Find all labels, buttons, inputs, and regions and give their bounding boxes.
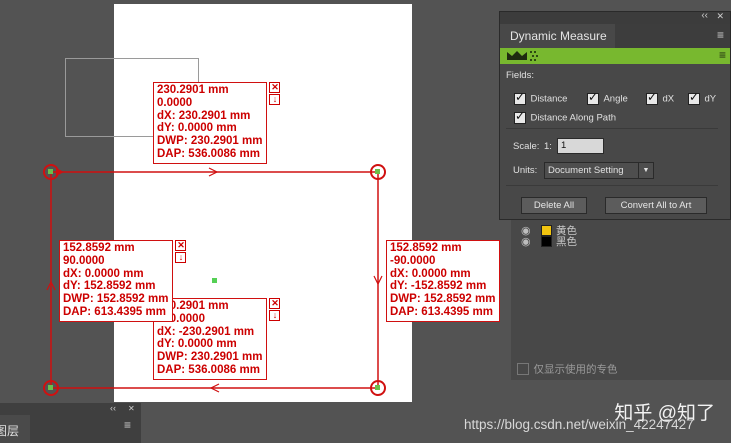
fields-label: Fields: — [506, 70, 534, 81]
collapse-icon[interactable]: ‹‹ — [701, 10, 708, 21]
angle-line: -90.0000 — [390, 254, 436, 267]
delete-all-button[interactable]: Delete All — [521, 197, 587, 214]
dock-arrow-icon[interactable]: ↓ — [175, 252, 187, 263]
checkbox-box[interactable] — [688, 90, 700, 105]
close-icon[interactable]: ✕ — [716, 11, 724, 22]
anchor-point — [375, 385, 380, 390]
dwp-line: DWP: 152.8592 mm — [63, 293, 169, 306]
dap-line: DAP: 613.4395 mm — [63, 305, 166, 318]
measure-box-top: 230.2901 mm 0.0000 dX: 230.2901 mm dY: 0… — [153, 82, 281, 164]
checkbox-label: Angle — [603, 93, 628, 105]
dy-line: dY: 152.8592 mm — [63, 280, 156, 293]
dx-line: dX: 0.0000 mm — [390, 267, 471, 280]
eye-icon[interactable]: ◉ — [521, 235, 531, 248]
dwp-line: DWP: 230.2901 mm — [157, 351, 263, 364]
dap-line: DAP: 613.4395 mm — [390, 305, 493, 318]
dock-arrow-icon[interactable]: ↓ — [269, 94, 281, 105]
bottom-dock: ‹‹ ✕ 图层 ≡ — [0, 403, 141, 443]
checkbox-distance[interactable]: Distance — [514, 90, 567, 108]
dynamic-measure-panel: ‹‹ ✕ Dynamic Measure ≡ ≡ Fields: Distanc… — [499, 10, 731, 220]
panel-toolbar: ≡ — [500, 48, 730, 64]
panel-tab-bar: Dynamic Measure ≡ — [500, 24, 730, 48]
scale-prefix: 1: — [544, 141, 552, 152]
checkbox-box[interactable] — [587, 90, 599, 105]
checkbox-box[interactable] — [514, 109, 526, 124]
tab-dynamic-measure[interactable]: Dynamic Measure — [500, 24, 615, 48]
dwp-line: DWP: 230.2901 mm — [157, 135, 263, 148]
measure-box-left: 152.8592 mm 90.0000 dX: 0.0000 mm dY: 15… — [59, 240, 187, 322]
layer-name: 黑色 — [556, 236, 577, 248]
only-used-colors-checkbox[interactable] — [517, 362, 529, 375]
tab-layers[interactable]: 图层 — [0, 415, 30, 443]
checkbox-dx[interactable]: dX — [646, 90, 674, 108]
color-swatch — [541, 236, 552, 247]
anchor-point — [375, 169, 380, 174]
only-used-colors-option[interactable]: 仅显示使用的专色 — [517, 360, 617, 378]
scale-input-value: 1 — [561, 140, 567, 151]
units-select[interactable]: Document Setting ▼ — [544, 162, 654, 179]
panel-menu-icon[interactable]: ≡ — [124, 418, 131, 432]
divider — [506, 185, 718, 186]
dy-line: dY: 0.0000 mm — [157, 338, 237, 351]
dx-line: dX: 230.2901 mm — [157, 109, 251, 122]
panel-menu-icon[interactable]: ≡ — [717, 28, 724, 42]
toolbar-menu-icon[interactable]: ≡ — [719, 48, 726, 62]
crown-icon — [507, 51, 527, 60]
checkbox-box[interactable] — [646, 90, 658, 105]
dy-line: dY: -152.8592 mm — [390, 280, 487, 293]
dap-line: DAP: 536.0086 mm — [157, 363, 260, 376]
dy-line: dY: 0.0000 mm — [157, 122, 237, 135]
close-icon[interactable]: ✕ — [269, 298, 281, 309]
angle-line: 90.0000 — [63, 254, 105, 267]
collapse-icon[interactable]: ‹‹ — [110, 403, 116, 413]
dwp-line: DWP: 152.8592 mm — [390, 293, 496, 306]
units-label: Units: — [513, 165, 538, 176]
divider — [506, 128, 718, 129]
units-select-value: Document Setting — [548, 165, 624, 176]
measure-box-right: 152.8592 mm -90.0000 dX: 0.0000 mm dY: -… — [386, 240, 501, 322]
tab-layers-label: 图层 — [0, 424, 20, 438]
checkbox-label: dX — [662, 93, 675, 105]
scale-input[interactable]: 1 — [557, 138, 604, 154]
close-icon[interactable]: ✕ — [269, 82, 281, 93]
close-icon[interactable]: ✕ — [128, 404, 135, 413]
checkbox-box[interactable] — [514, 90, 526, 105]
dx-line: dX: -230.2901 mm — [157, 325, 255, 338]
chevron-down-icon[interactable]: ▼ — [638, 163, 653, 178]
anchor-point — [48, 385, 53, 390]
checkbox-dy[interactable]: dY — [688, 90, 716, 108]
dock-arrow-icon[interactable]: ↓ — [269, 310, 281, 321]
convert-all-to-art-button[interactable]: Convert All to Art — [605, 197, 707, 214]
checkbox-label: Distance — [530, 93, 568, 105]
distance-line: 152.8592 mm — [63, 242, 135, 254]
distance-line: 230.2901 mm — [157, 84, 229, 96]
dx-line: dX: 0.0000 mm — [63, 267, 144, 280]
close-icon[interactable]: ✕ — [175, 240, 187, 251]
dap-line: DAP: 536.0086 mm — [157, 147, 260, 160]
center-point — [212, 278, 217, 283]
anchor-point — [48, 169, 53, 174]
checkbox-label: dY — [704, 93, 717, 105]
panel-top-bar: ‹‹ ✕ — [500, 10, 730, 24]
layers-panel: ◉ 黄色 ◉ 黑色 仅显示使用的专色 — [511, 220, 731, 380]
watermark-url: https://blog.csdn.net/weixin_42247427 — [464, 417, 694, 432]
distance-line: 152.8592 mm — [390, 242, 462, 254]
only-used-colors-label: 仅显示使用的专色 — [533, 363, 618, 376]
angle-line: 0.0000 — [157, 96, 193, 109]
checkbox-distance-along-path[interactable]: Distance Along Path — [514, 109, 616, 127]
grip-icon — [530, 51, 538, 61]
scale-label: Scale: — [513, 141, 540, 152]
checkbox-angle[interactable]: Angle — [587, 90, 628, 108]
checkbox-label: Distance Along Path — [530, 112, 617, 124]
layer-row-black[interactable]: ◉ 黑色 — [511, 233, 731, 249]
